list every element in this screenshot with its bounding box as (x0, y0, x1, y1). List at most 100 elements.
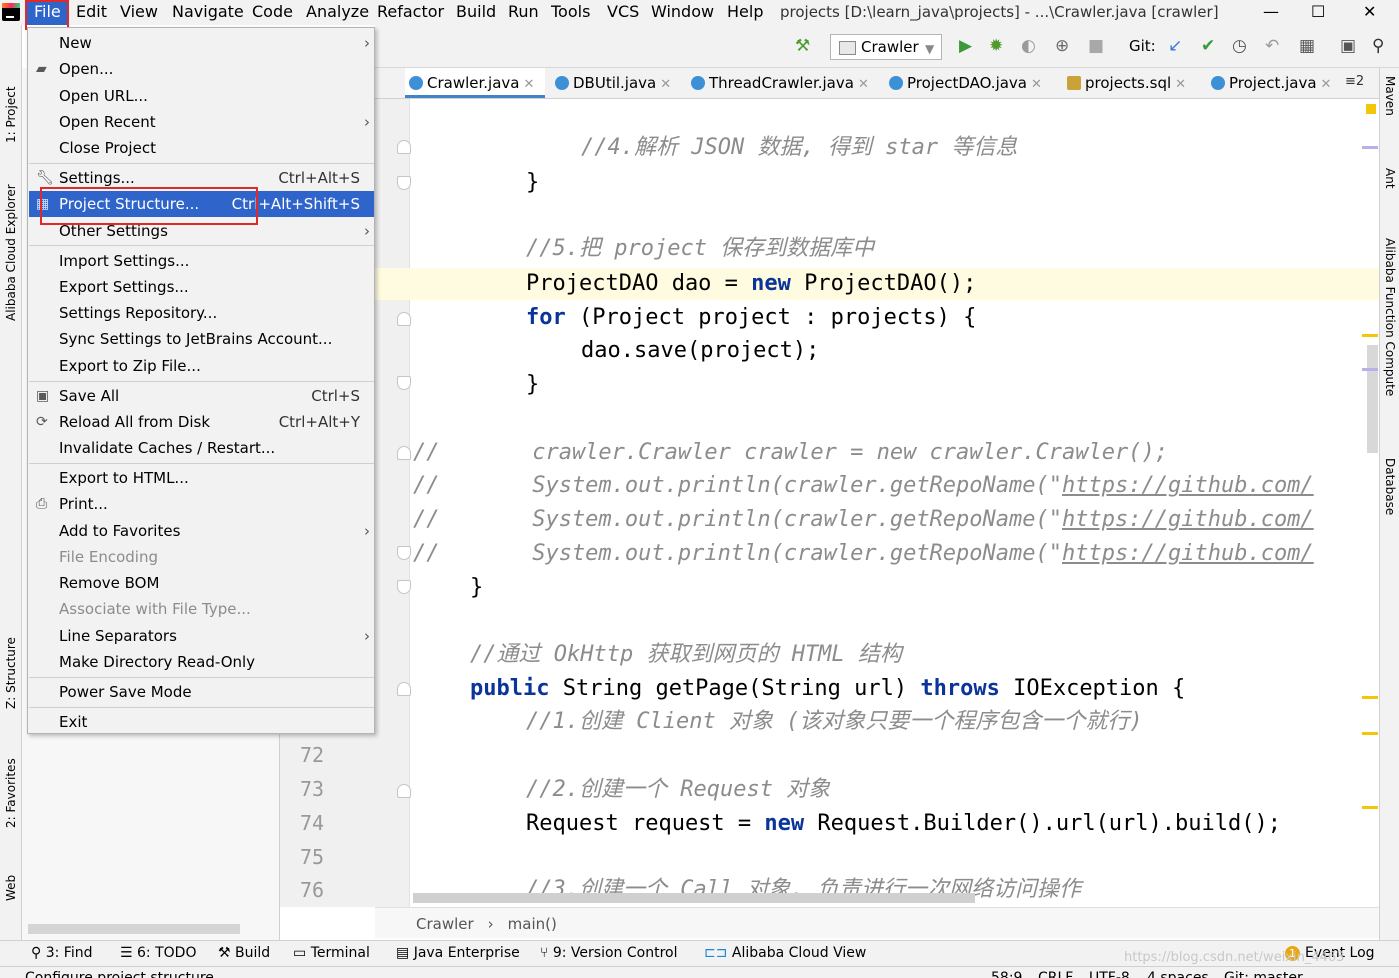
menu-item-open-recent[interactable]: Open Recent › (29, 109, 374, 135)
code-line[interactable]: //1.创建 Client 对象 (该对象只要一个程序包含一个就行) (526, 707, 1143, 737)
code-line[interactable]: //2.创建一个 Request 对象 (526, 775, 830, 805)
tool-todo[interactable]: ☰ 6: TODO (120, 945, 196, 961)
code-line[interactable]: } (526, 168, 539, 198)
code-line[interactable]: //5.把 project 保存到数据库中 (526, 234, 874, 264)
menu-code[interactable]: Code (252, 2, 293, 22)
code-line[interactable]: // System.out.println(crawler.getRepoNam… (413, 471, 1314, 501)
tool-tab-database[interactable]: Database (1380, 458, 1399, 538)
tool-alibaba-cloud-view[interactable]: ⊏⊐ Alibaba Cloud View (704, 945, 866, 961)
caret-position[interactable]: 58:9 (991, 967, 1022, 978)
code-line[interactable]: //4.解析 JSON 数据, 得到 star 等信息 (581, 133, 1017, 163)
tool-tab-alibaba-function-compute[interactable]: Alibaba Function Compute (1380, 238, 1399, 428)
menu-build[interactable]: Build (456, 2, 496, 22)
close-tab-icon[interactable]: ✕ (1321, 77, 1332, 92)
code-line[interactable]: public String getPage(String url) throws… (470, 674, 1185, 704)
editor-horizontal-scrollbar[interactable] (413, 893, 975, 903)
menu-item-reload-disk[interactable]: ⟳ Reload All from Disk Ctrl+Alt+Y (29, 409, 374, 435)
menu-help[interactable]: Help (727, 2, 763, 22)
menu-item-add-favorites[interactable]: Add to Favorites › (29, 518, 374, 544)
minimize-icon[interactable]: — (1263, 2, 1279, 21)
code-line[interactable]: } (526, 370, 539, 400)
fold-marker-icon[interactable] (397, 682, 411, 696)
tab-project-java[interactable]: Project.java ✕ (1207, 68, 1341, 98)
fold-marker-icon[interactable] (397, 176, 411, 190)
git-branch[interactable]: Git: master (1224, 967, 1303, 978)
project-panel-scrollbar[interactable] (28, 924, 240, 934)
git-update-icon[interactable]: ↙ (1168, 36, 1182, 56)
menu-edit[interactable]: Edit (76, 2, 107, 22)
git-rollback-icon[interactable]: ↶ (1265, 36, 1279, 56)
fold-marker-icon[interactable] (397, 580, 411, 594)
menu-view[interactable]: View (120, 2, 158, 22)
menu-item-close-project[interactable]: Close Project (29, 135, 374, 161)
tool-version-control[interactable]: ⑂ 9: Version Control (540, 945, 677, 961)
code-line[interactable]: // System.out.println(crawler.getRepoNam… (413, 539, 1314, 569)
close-tab-icon[interactable]: ✕ (858, 77, 869, 92)
menu-item-export-settings[interactable]: Export Settings... (29, 274, 374, 300)
presentation-icon[interactable]: ▣ (1340, 36, 1356, 56)
tool-tab-project[interactable]: 1: Project (0, 70, 22, 160)
fold-marker-icon[interactable] (397, 376, 411, 390)
code-line[interactable]: dao.save(project); (581, 336, 819, 366)
fold-marker-icon[interactable] (397, 546, 411, 560)
menu-refactor[interactable]: Refactor (377, 2, 444, 22)
tool-tab-web[interactable]: Web (0, 871, 22, 905)
tool-tab-alibaba-cloud-explorer[interactable]: Alibaba Cloud Explorer (0, 183, 22, 323)
menu-item-print[interactable]: ⎙ Print... (29, 491, 374, 517)
maximize-icon[interactable]: ☐ (1311, 2, 1325, 21)
line-separator[interactable]: CRLF (1038, 967, 1073, 978)
menu-analyze[interactable]: Analyze (306, 2, 369, 22)
build-hammer-icon[interactable]: ⚒ (795, 36, 810, 56)
git-history-icon[interactable]: ◷ (1232, 36, 1247, 56)
menu-item-exit[interactable]: Exit (29, 709, 374, 735)
fold-marker-icon[interactable] (397, 784, 411, 798)
menu-item-line-separators[interactable]: Line Separators › (29, 623, 374, 649)
code-line[interactable]: for (Project project : projects) { (526, 303, 976, 333)
menu-item-sync-settings[interactable]: Sync Settings to JetBrains Account... (29, 326, 374, 352)
file-encoding[interactable]: UTF-8 (1089, 967, 1130, 978)
menu-item-new[interactable]: New › (29, 30, 374, 56)
inspection-warning-icon[interactable] (1366, 104, 1376, 114)
tab-projects-sql[interactable]: projects.sql ✕ (1063, 68, 1197, 98)
fold-marker-icon[interactable] (397, 446, 411, 460)
debug-icon[interactable]: ✹ (989, 36, 1003, 56)
breadcrumb-class[interactable]: Crawler (416, 915, 474, 933)
close-icon[interactable]: ✕ (1363, 2, 1376, 21)
comment-url[interactable]: https://github.com/ (1062, 507, 1314, 532)
tool-terminal[interactable]: ▭ Terminal (293, 945, 370, 961)
project-structure-icon[interactable]: ▦ (1299, 36, 1315, 56)
tab-threadcrawler-java[interactable]: ThreadCrawler.java ✕ (687, 68, 869, 98)
code-line[interactable]: Request request = new Request.Builder().… (526, 809, 1281, 839)
stop-icon[interactable]: ■ (1088, 36, 1104, 56)
close-tab-icon[interactable]: ✕ (660, 77, 671, 92)
menu-item-invalidate-caches[interactable]: Invalidate Caches / Restart... (29, 435, 374, 461)
tool-tab-structure[interactable]: Z: Structure (0, 633, 22, 713)
menu-window[interactable]: Window (651, 2, 714, 22)
close-tab-icon[interactable]: ✕ (1175, 77, 1186, 92)
search-icon[interactable]: ⚲ (1372, 36, 1384, 56)
code-line[interactable]: ProjectDAO dao = new ProjectDAO(); (526, 269, 976, 299)
menu-item-remove-bom[interactable]: Remove BOM (29, 570, 374, 596)
tool-find[interactable]: ⚲ 3: Find (31, 945, 92, 961)
tab-dbutil-java[interactable]: DBUtil.java ✕ (551, 68, 675, 98)
menu-navigate[interactable]: Navigate (172, 2, 244, 22)
breadcrumb-method[interactable]: main() (508, 915, 557, 933)
fold-marker-icon[interactable] (397, 140, 411, 154)
tool-tab-ant[interactable]: Ant (1380, 168, 1399, 208)
menu-run[interactable]: Run (508, 2, 539, 22)
menu-tools[interactable]: Tools (551, 2, 590, 22)
tool-tab-favorites[interactable]: 2: Favorites (0, 755, 22, 831)
run-icon[interactable]: ▶ (959, 36, 972, 56)
code-line[interactable]: //通过 OkHttp 获取到网页的 HTML 结构 (470, 640, 902, 670)
menu-item-open-url[interactable]: Open URL... (29, 83, 374, 109)
close-tab-icon[interactable]: ✕ (1031, 77, 1042, 92)
menu-item-export-html[interactable]: Export to HTML... (29, 465, 374, 491)
comment-url[interactable]: https://github.com/ (1062, 473, 1314, 498)
code-line[interactable]: // System.out.println(crawler.getRepoNam… (413, 505, 1314, 535)
tool-tab-maven[interactable]: Maven (1380, 76, 1399, 140)
menu-item-make-read-only[interactable]: Make Directory Read-Only (29, 649, 374, 675)
menu-item-settings-repository[interactable]: Settings Repository... (29, 300, 374, 326)
menu-item-export-zip[interactable]: Export to Zip File... (29, 353, 374, 379)
tab-crawler-java[interactable]: Crawler.java ✕ (405, 68, 545, 98)
indent-setting[interactable]: 4 spaces (1147, 967, 1209, 978)
